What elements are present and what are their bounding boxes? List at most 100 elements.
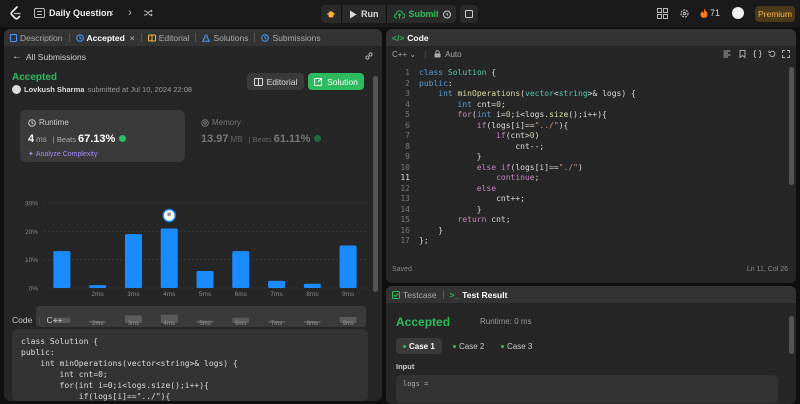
close-icon[interactable]: × bbox=[130, 33, 135, 43]
editorial-button[interactable]: Editorial bbox=[247, 73, 304, 90]
history-icon bbox=[75, 33, 84, 42]
tab-solutions[interactable]: Solutions bbox=[196, 29, 254, 46]
code-line[interactable]: 7 if(cnt>0) bbox=[386, 130, 786, 141]
scrollbar[interactable] bbox=[789, 67, 794, 185]
solution-button[interactable]: Solution bbox=[308, 73, 364, 90]
tab-code[interactable]: </> Code bbox=[386, 29, 435, 46]
analyze-complexity-link[interactable]: ✦ Analyze Complexity bbox=[28, 150, 97, 159]
tab-submissions[interactable]: Submissions bbox=[255, 29, 326, 46]
tab-description[interactable]: Description bbox=[4, 29, 69, 46]
bar[interactable] bbox=[232, 251, 250, 288]
bar[interactable] bbox=[160, 228, 178, 289]
code-line[interactable]: 10 else if(logs[i]=="./") bbox=[386, 162, 786, 173]
language-select[interactable]: C++ ⌄ bbox=[392, 50, 416, 59]
code-line[interactable]: 11 continue; bbox=[386, 172, 786, 183]
code-line[interactable]: 2 public: bbox=[386, 78, 786, 89]
fire-icon bbox=[700, 8, 708, 18]
memory-beats: 61.11% bbox=[273, 133, 311, 145]
sparkle-icon: ✦ bbox=[28, 151, 34, 158]
notes-button[interactable] bbox=[460, 5, 478, 23]
memory-card[interactable]: Memory 13.97 MB | Beats 61.11% bbox=[193, 110, 363, 162]
avatar[interactable] bbox=[12, 85, 21, 94]
run-button[interactable]: Run bbox=[342, 5, 386, 23]
code-line[interactable]: 14 } bbox=[386, 204, 786, 215]
next-problem-chevron-right-icon[interactable]: › bbox=[125, 7, 135, 19]
code-line[interactable]: 9 } bbox=[386, 151, 786, 162]
code-line[interactable]: 17}; bbox=[386, 235, 786, 246]
bar[interactable] bbox=[303, 283, 321, 288]
memory-unit: MB bbox=[230, 135, 243, 144]
scrollbar[interactable] bbox=[373, 76, 378, 292]
layout-grid-icon[interactable] bbox=[657, 8, 668, 19]
code-line[interactable]: 12 else bbox=[386, 183, 786, 194]
streak-count: 71 bbox=[710, 8, 721, 18]
runtime-card[interactable]: Runtime 4 ms | Beats 67.13% ✦ Analyze Co… bbox=[20, 110, 185, 162]
code-line[interactable]: 8 cnt--; bbox=[386, 141, 786, 152]
debug-button[interactable] bbox=[321, 5, 341, 23]
memory-label-row: Memory bbox=[201, 118, 241, 127]
bookmark-icon[interactable] bbox=[739, 50, 746, 58]
leetcode-logo-icon[interactable] bbox=[10, 6, 22, 20]
code-text: if(cnt>0) bbox=[496, 131, 540, 140]
submitted-time: submitted at Jul 10, 2024 22:08 bbox=[87, 85, 193, 94]
bar[interactable] bbox=[196, 271, 214, 288]
code-line: int minOperations(vector<string>& logs) … bbox=[21, 359, 238, 368]
runtime-distribution-chart[interactable]: 0% 10% 20% 30% 2ms 3ms 4ms 5ms 6ms 7ms 8ms 9ms 2ms 3m… bbox=[4, 167, 376, 329]
premium-button[interactable]: Premium bbox=[755, 6, 795, 22]
share-link-icon[interactable] bbox=[364, 51, 374, 61]
bar[interactable] bbox=[124, 234, 142, 288]
braces-icon[interactable] bbox=[753, 50, 762, 58]
case-tab-2[interactable]: Case 2 bbox=[446, 338, 491, 354]
save-status: Saved bbox=[392, 266, 412, 273]
line-number: 5 bbox=[405, 110, 410, 119]
avatar-head-icon bbox=[167, 212, 172, 217]
tab-editorial[interactable]: Editorial bbox=[142, 29, 196, 46]
submit-label: Submit bbox=[408, 9, 440, 19]
problem-list-icon[interactable] bbox=[34, 8, 45, 18]
runtime-beats: 67.13% bbox=[78, 133, 116, 145]
gear-icon[interactable] bbox=[679, 8, 690, 19]
streak-counter[interactable]: 71 bbox=[700, 8, 720, 18]
align-icon[interactable] bbox=[723, 50, 731, 58]
prev-problem-chevron-left-icon[interactable]: ‹ bbox=[107, 7, 117, 19]
code-line[interactable]: 6 if(logs[i]=="../"){ bbox=[386, 120, 786, 131]
tab-test-result[interactable]: >_ Test Result bbox=[444, 286, 514, 303]
fullscreen-icon[interactable] bbox=[782, 50, 790, 58]
shuffle-icon[interactable] bbox=[143, 8, 153, 18]
reset-icon[interactable] bbox=[768, 50, 776, 58]
bug-icon bbox=[327, 11, 335, 18]
code-line[interactable]: 4 int cnt=0; bbox=[386, 99, 786, 110]
user-avatar[interactable] bbox=[732, 7, 744, 19]
bar[interactable] bbox=[53, 251, 71, 288]
input-box[interactable]: logs = bbox=[396, 375, 778, 403]
bar[interactable] bbox=[89, 285, 107, 288]
timer-button[interactable] bbox=[438, 5, 456, 23]
code-line[interactable]: 16 } bbox=[386, 225, 786, 236]
auto-mode[interactable]: Auto bbox=[445, 50, 461, 59]
code-line[interactable]: 3 int minOperations(vector<string>& logs… bbox=[386, 88, 786, 99]
scrollbar[interactable] bbox=[789, 316, 794, 354]
case-tab-3[interactable]: Case 3 bbox=[494, 338, 539, 354]
bar[interactable] bbox=[339, 245, 357, 289]
edit-icon bbox=[314, 77, 323, 86]
problem-list-title[interactable]: Daily Question bbox=[49, 8, 112, 18]
line-number: 17 bbox=[400, 236, 410, 245]
case-tab-1[interactable]: Case 1 bbox=[396, 338, 442, 354]
y-tick-label: 0% bbox=[29, 286, 39, 293]
history-icon bbox=[261, 33, 270, 42]
tab-accepted[interactable]: Accepted × bbox=[70, 29, 141, 46]
code-line[interactable]: 13 cnt++; bbox=[386, 193, 786, 204]
author-name[interactable]: Lovkush Sharma bbox=[24, 85, 84, 94]
bar[interactable] bbox=[268, 280, 286, 288]
tab-testcase[interactable]: Testcase bbox=[386, 286, 443, 303]
code-label-row: Code | C++ bbox=[12, 315, 63, 325]
code-line[interactable]: 1 class Solution { bbox=[386, 67, 786, 78]
line-number: 16 bbox=[400, 225, 410, 235]
code-line[interactable]: 5 for(int i=0;i<logs.size();i++){ bbox=[386, 109, 786, 120]
code-line[interactable]: 15 return cnt; bbox=[386, 214, 786, 225]
x-tick-label: 3ms bbox=[127, 291, 140, 298]
divider: | bbox=[38, 315, 41, 325]
submitted-code[interactable]: class Solution { public: int minOperatio… bbox=[12, 329, 368, 401]
code-text: } bbox=[419, 225, 444, 235]
all-submissions-link[interactable]: ← All Submissions bbox=[12, 51, 86, 62]
